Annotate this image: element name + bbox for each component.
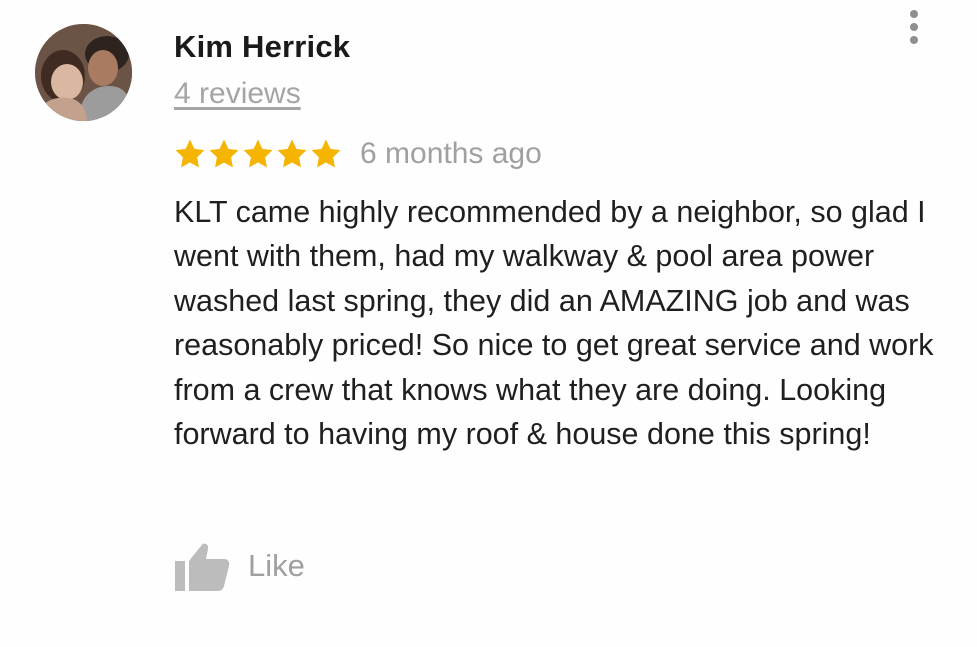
reviews-count-link[interactable]: 4 reviews [174, 77, 301, 111]
star-icon [277, 139, 307, 168]
star-icon [311, 139, 341, 168]
star-icon [175, 139, 205, 168]
thumbs-up-icon [175, 543, 230, 591]
rating-row: 6 months ago [173, 134, 542, 174]
reviewer-avatar[interactable] [35, 24, 132, 121]
review-card: Kim Herrick 4 reviews 6 months ago KLT c… [0, 0, 977, 647]
avatar-photo-icon [35, 24, 132, 121]
like-label: Like [248, 548, 305, 583]
star-icon [243, 139, 273, 168]
more-vert-icon [910, 10, 918, 18]
star-rating [173, 137, 343, 171]
review-time-ago: 6 months ago [360, 137, 542, 170]
more-options-button[interactable] [900, 8, 928, 46]
more-vert-icon-dot [910, 23, 918, 31]
review-text: KLT came highly recommended by a neighbo… [174, 195, 934, 452]
star-icon [209, 139, 239, 168]
more-vert-icon-dot [910, 36, 918, 44]
like-button[interactable]: Like [174, 538, 305, 594]
reviewer-name[interactable]: Kim Herrick [174, 29, 350, 65]
